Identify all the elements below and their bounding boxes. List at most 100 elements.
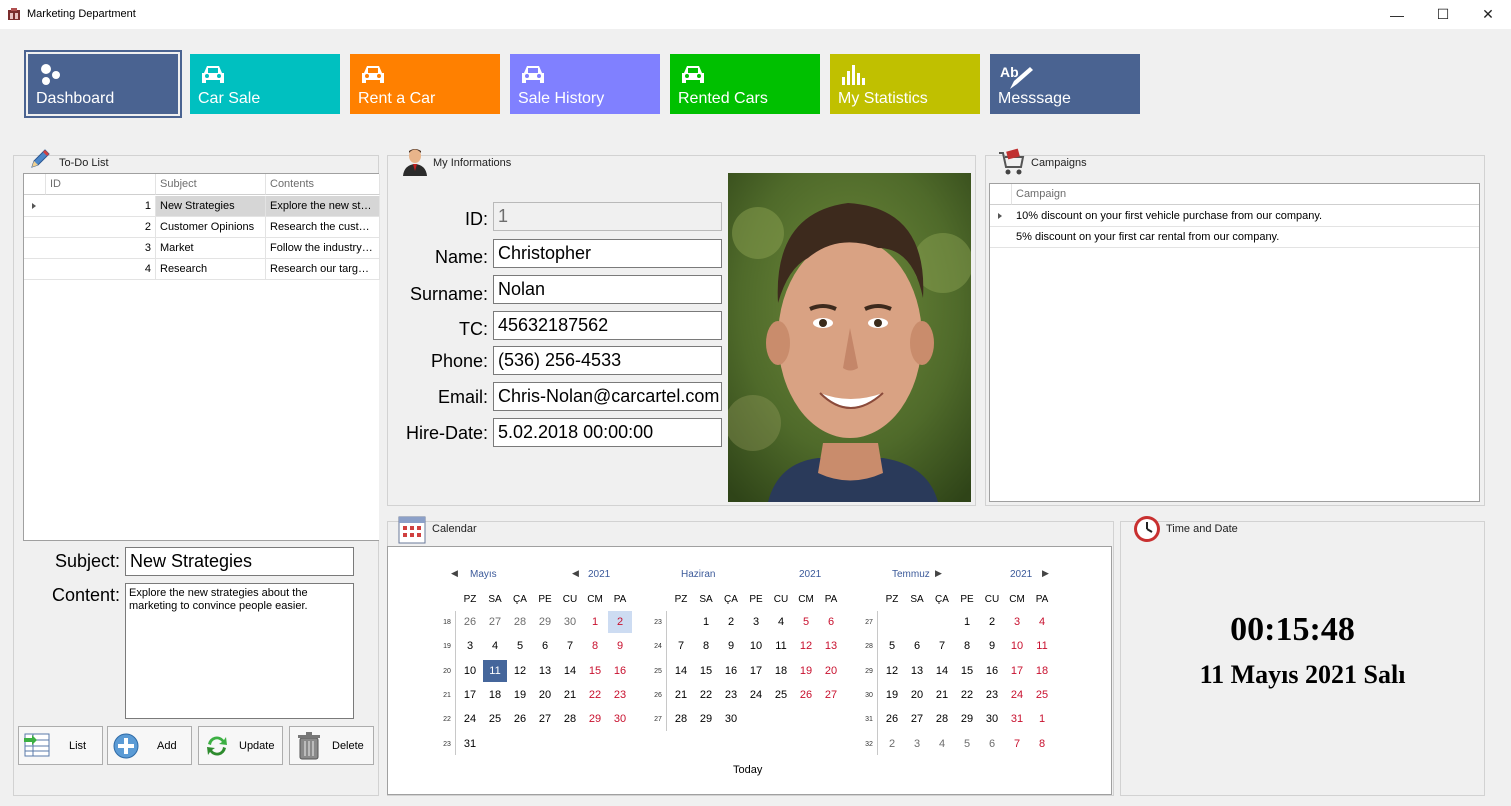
calendar-day[interactable]: 29 bbox=[694, 708, 718, 730]
calendar-day[interactable]: 24 bbox=[458, 708, 482, 730]
calendar-day[interactable]: 7 bbox=[669, 635, 693, 657]
calendar-day[interactable]: 15 bbox=[694, 660, 718, 682]
calendar-day[interactable]: 30 bbox=[608, 708, 632, 730]
calendar-day[interactable]: 29 bbox=[955, 708, 979, 730]
calendar-day[interactable]: 11 bbox=[769, 635, 793, 657]
surname-field[interactable]: Nolan bbox=[493, 275, 722, 304]
calendar-day[interactable]: 1 bbox=[583, 611, 607, 633]
calendar-day[interactable]: 19 bbox=[508, 684, 532, 706]
maximize-button[interactable]: ☐ bbox=[1420, 0, 1466, 29]
calendar-day[interactable]: 18 bbox=[769, 660, 793, 682]
calendar-day[interactable]: 3 bbox=[744, 611, 768, 633]
calendar-day[interactable]: 14 bbox=[558, 660, 582, 682]
calendar-day[interactable]: 1 bbox=[955, 611, 979, 633]
phone-field[interactable]: (536) 256-4533 bbox=[493, 346, 722, 375]
calendar-day[interactable]: 13 bbox=[533, 660, 557, 682]
calendar-day[interactable]: 8 bbox=[694, 635, 718, 657]
calendar-day[interactable]: 19 bbox=[794, 660, 818, 682]
calendar-day[interactable]: 21 bbox=[669, 684, 693, 706]
todo-cell-contents[interactable]: Follow the industry market bbox=[266, 238, 380, 259]
calendar-day[interactable]: 12 bbox=[880, 660, 904, 682]
calendar-day[interactable]: 13 bbox=[819, 635, 843, 657]
calendar-day[interactable]: 13 bbox=[905, 660, 929, 682]
calendar-day[interactable]: 27 bbox=[533, 708, 557, 730]
nav-tile-car-sale[interactable]: Car Sale bbox=[190, 54, 340, 114]
calendar-day[interactable]: 20 bbox=[819, 660, 843, 682]
calendar-day[interactable]: 8 bbox=[583, 635, 607, 657]
calendar-day[interactable]: 4 bbox=[769, 611, 793, 633]
todo-cell-id[interactable]: 3 bbox=[46, 238, 156, 259]
nav-tile-rented-cars[interactable]: Rented Cars bbox=[670, 54, 820, 114]
calendar-day[interactable]: 27 bbox=[905, 708, 929, 730]
minimize-button[interactable]: — bbox=[1374, 0, 1420, 29]
calendar-day[interactable]: 5 bbox=[508, 635, 532, 657]
calendar-day[interactable]: 22 bbox=[955, 684, 979, 706]
calendar-day[interactable]: 4 bbox=[1030, 611, 1054, 633]
name-field[interactable]: Christopher bbox=[493, 239, 722, 268]
calendar-day[interactable]: 11 bbox=[1030, 635, 1054, 657]
calendar-day[interactable]: 3 bbox=[458, 635, 482, 657]
calendar-day[interactable]: 23 bbox=[980, 684, 1004, 706]
calendar-day[interactable]: 10 bbox=[1005, 635, 1029, 657]
month-name[interactable]: Haziran bbox=[681, 569, 715, 580]
calendar-day[interactable]: 14 bbox=[669, 660, 693, 682]
calendar-day[interactable]: 12 bbox=[508, 660, 532, 682]
calendar-day[interactable]: 7 bbox=[558, 635, 582, 657]
next-year-arrow-icon[interactable]: ▶ bbox=[1042, 568, 1049, 579]
calendar-day[interactable]: 30 bbox=[980, 708, 1004, 730]
calendar-day[interactable]: 4 bbox=[483, 635, 507, 657]
calendar-day[interactable]: 7 bbox=[1005, 733, 1029, 755]
calendar-day[interactable]: 9 bbox=[719, 635, 743, 657]
calendar-day[interactable]: 16 bbox=[608, 660, 632, 682]
calendar-day[interactable]: 21 bbox=[930, 684, 954, 706]
calendar-day[interactable]: 10 bbox=[744, 635, 768, 657]
calendar-day[interactable]: 9 bbox=[980, 635, 1004, 657]
calendar-day[interactable]: 28 bbox=[508, 611, 532, 633]
calendar-day[interactable]: 17 bbox=[744, 660, 768, 682]
month-name[interactable]: Mayıs bbox=[470, 569, 497, 580]
calendar-day[interactable]: 26 bbox=[794, 684, 818, 706]
calendar-day[interactable]: 16 bbox=[719, 660, 743, 682]
calendar-day[interactable]: 15 bbox=[955, 660, 979, 682]
todo-cell-subject[interactable]: Research bbox=[156, 259, 266, 280]
calendar-day[interactable]: 5 bbox=[794, 611, 818, 633]
nav-tile-my-statistics[interactable]: My Statistics bbox=[830, 54, 980, 114]
calendar-day[interactable]: 2 bbox=[880, 733, 904, 755]
calendar-day[interactable]: 21 bbox=[558, 684, 582, 706]
campaign-row[interactable]: 10% discount on your first vehicle purch… bbox=[1012, 206, 1479, 227]
todo-cell-contents[interactable]: Explore the new strategies about the mar… bbox=[266, 196, 380, 217]
calendar-day[interactable]: 6 bbox=[905, 635, 929, 657]
update-button[interactable]: Update bbox=[198, 726, 283, 765]
calendar-day[interactable]: 1 bbox=[694, 611, 718, 633]
calendar-day[interactable]: 2 bbox=[608, 611, 632, 633]
calendar-day[interactable]: 6 bbox=[533, 635, 557, 657]
prev-year-arrow-icon[interactable]: ◀ bbox=[572, 568, 579, 579]
calendar-day[interactable]: 2 bbox=[980, 611, 1004, 633]
calendar-day[interactable]: 15 bbox=[583, 660, 607, 682]
calendar-day[interactable]: 24 bbox=[1005, 684, 1029, 706]
todo-cell-subject[interactable]: New Strategies bbox=[156, 196, 266, 217]
calendar-day[interactable]: 22 bbox=[583, 684, 607, 706]
email-field[interactable]: Chris-Nolan@carcartel.com bbox=[493, 382, 722, 411]
calendar-day[interactable]: 27 bbox=[483, 611, 507, 633]
calendar-day[interactable]: 25 bbox=[1030, 684, 1054, 706]
hire-date-field[interactable]: 5.02.2018 00:00:00 bbox=[493, 418, 722, 447]
nav-tile-messsage[interactable]: Ab Messsage bbox=[990, 54, 1140, 114]
close-button[interactable]: ✕ bbox=[1465, 0, 1511, 29]
column-header-subject[interactable]: Subject bbox=[156, 174, 266, 195]
calendar-day[interactable]: 26 bbox=[458, 611, 482, 633]
calendar-day[interactable]: 31 bbox=[1005, 708, 1029, 730]
column-header-campaign[interactable]: Campaign bbox=[1012, 184, 1479, 205]
campaigns-grid[interactable]: Campaign 10% discount on your first vehi… bbox=[989, 183, 1480, 502]
calendar-day[interactable]: 18 bbox=[1030, 660, 1054, 682]
calendar-day[interactable]: 20 bbox=[905, 684, 929, 706]
calendar-day[interactable]: 10 bbox=[458, 660, 482, 682]
year-label[interactable]: 2021 bbox=[588, 569, 610, 580]
todo-cell-id[interactable]: 4 bbox=[46, 259, 156, 280]
calendar-day[interactable]: 7 bbox=[930, 635, 954, 657]
calendar-day[interactable]: 14 bbox=[930, 660, 954, 682]
campaign-row[interactable]: 5% discount on your first car rental fro… bbox=[1012, 227, 1479, 248]
calendar-day[interactable]: 29 bbox=[533, 611, 557, 633]
calendar-day[interactable]: 16 bbox=[980, 660, 1004, 682]
calendar-day[interactable]: 6 bbox=[819, 611, 843, 633]
